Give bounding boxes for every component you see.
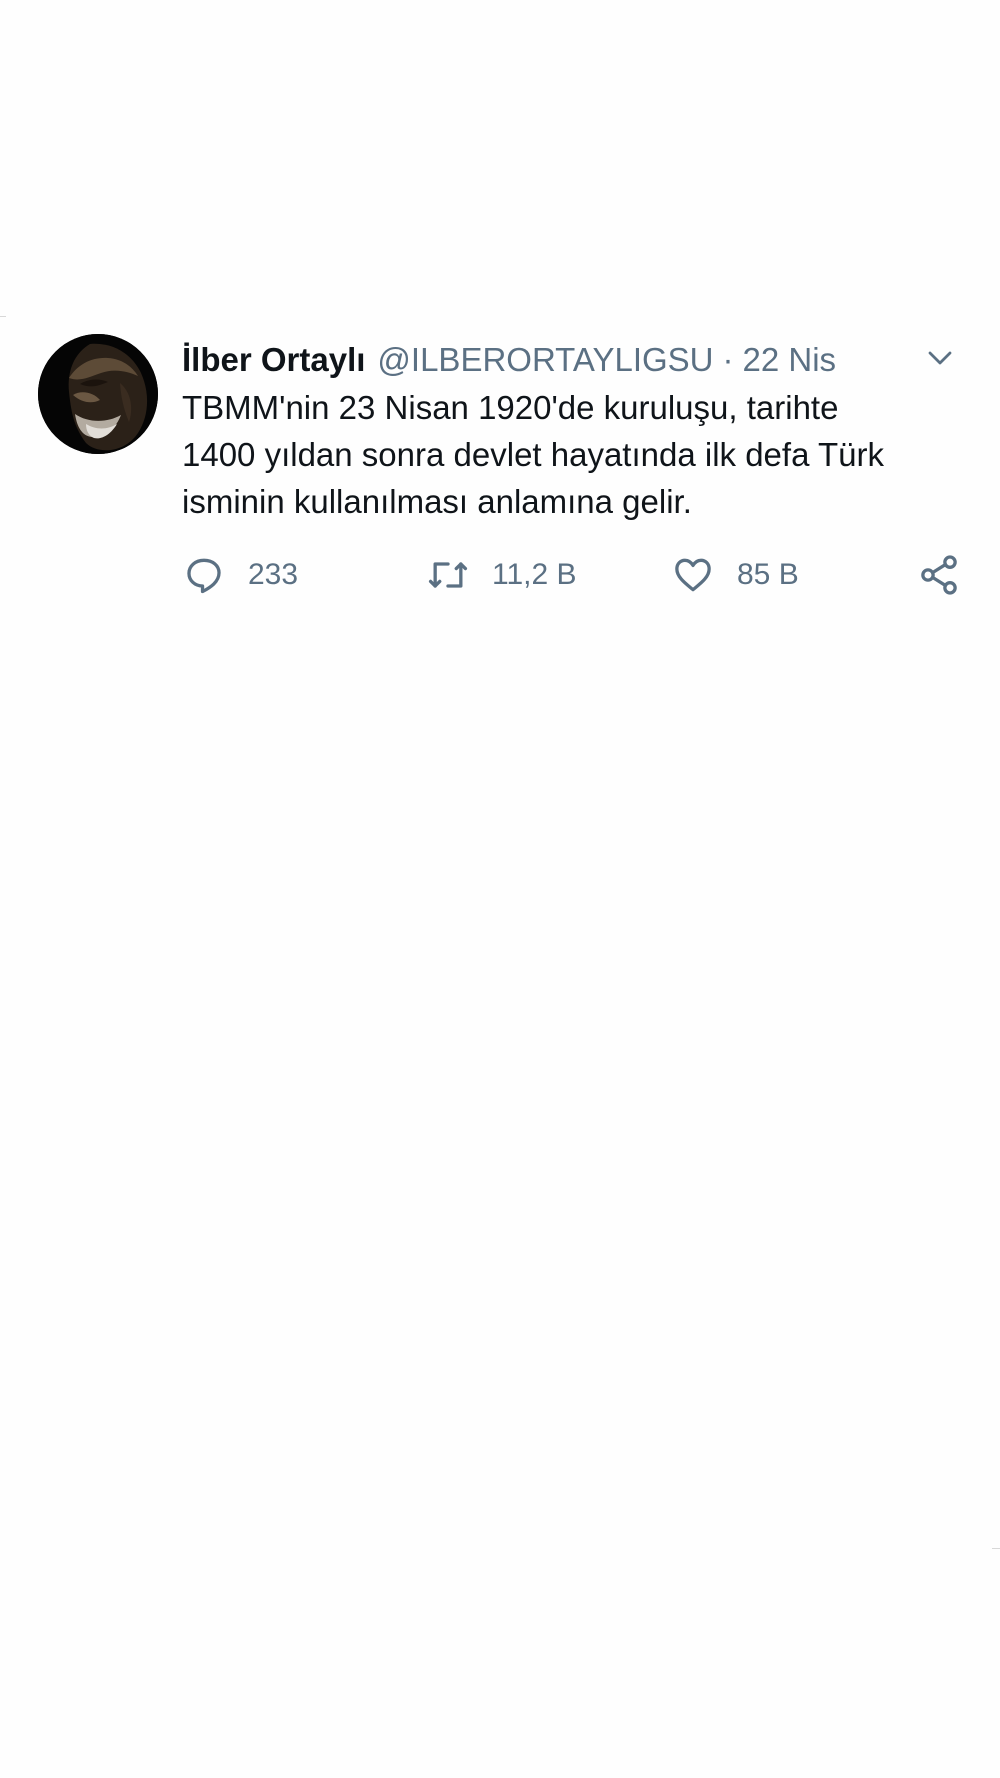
tweet-menu-button[interactable] — [918, 336, 962, 380]
separator-dot: · — [722, 341, 734, 378]
user-handle[interactable]: @ILBERORTAYLIGSU — [377, 334, 713, 386]
tweet-date[interactable]: 22 Nis — [743, 334, 837, 386]
reply-icon — [187, 558, 221, 594]
reply-button[interactable]: 233 — [182, 550, 298, 600]
chevron-down-icon — [928, 351, 952, 365]
reply-count: 233 — [248, 558, 299, 591]
heart-icon — [675, 558, 711, 592]
edge-divider-right — [992, 1548, 1000, 1549]
avatar[interactable] — [38, 334, 158, 454]
tweet-card[interactable]: İlber Ortaylı @ILBERORTAYLIGSU · 22 Nis … — [38, 334, 962, 614]
tweet-text: TBMM'nin 23 Nisan 1920'de kuruluşu, tari… — [182, 389, 885, 520]
retweet-count: 11,2 B — [492, 558, 577, 591]
share-icon — [921, 555, 957, 595]
share-button[interactable] — [917, 550, 961, 600]
profile-photo — [38, 334, 158, 454]
retweet-button[interactable]: 11,2 B — [426, 550, 577, 600]
tweet-header: İlber Ortaylı @ILBERORTAYLIGSU · 22 Nis — [182, 334, 962, 386]
tweet-actions: 233 11,2 B 85 B — [182, 550, 962, 600]
edge-divider-left — [0, 316, 6, 317]
page-background — [0, 0, 1000, 1778]
retweet-icon — [428, 562, 468, 588]
like-count: 85 B — [737, 558, 799, 591]
like-button[interactable]: 85 B — [671, 550, 799, 600]
display-name[interactable]: İlber Ortaylı — [182, 334, 365, 386]
